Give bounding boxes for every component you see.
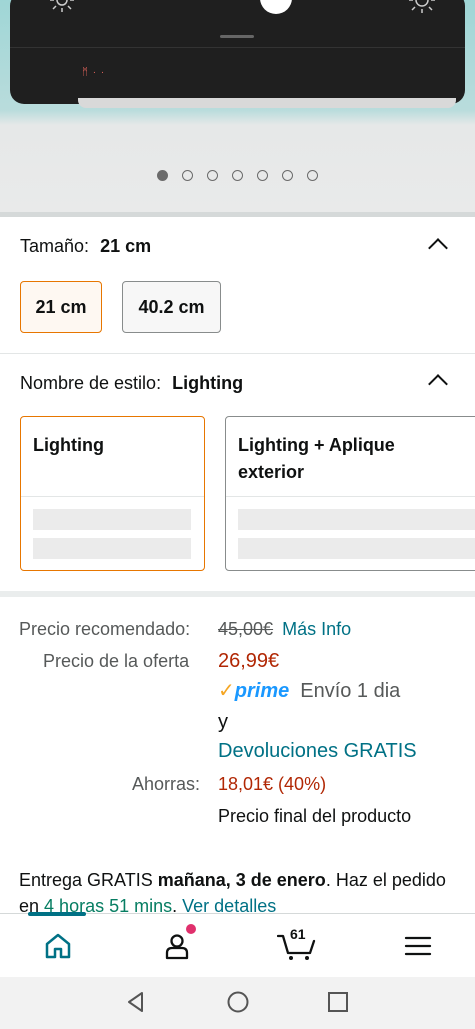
size-option-40-2cm[interactable]: 40.2 cm [122, 281, 221, 333]
carousel-dot[interactable] [232, 170, 243, 181]
cart-count: 61 [290, 926, 306, 942]
free-returns-link[interactable]: Devoluciones GRATIS [218, 740, 417, 763]
price-placeholder [238, 509, 475, 530]
product-image-carousel[interactable]: ᛗ · · [0, 0, 475, 212]
delivery-date: mañana, 3 de enero [157, 870, 326, 890]
brightness-slider-knob [260, 0, 292, 14]
card-divider [226, 496, 475, 497]
back-icon[interactable] [124, 990, 148, 1014]
size-option-21cm[interactable]: 21 cm [20, 281, 102, 333]
size-selected: 21 cm [100, 236, 152, 256]
carousel-dot[interactable] [157, 170, 168, 181]
collapse-size-chevron-icon[interactable] [428, 238, 448, 258]
sheet-grip [220, 35, 254, 38]
and-text: y [218, 711, 228, 733]
card-divider [21, 496, 204, 497]
system-navigation-bar [0, 977, 475, 1029]
hero-divider [0, 212, 475, 217]
style-option-lighting[interactable]: Lighting [20, 416, 205, 571]
device-divider [10, 47, 465, 48]
style-label: Nombre de estilo: [20, 373, 162, 393]
carousel-dot[interactable] [307, 170, 318, 181]
prime-check-icon: ✓ [218, 680, 235, 702]
carousel-dot[interactable] [282, 170, 293, 181]
menu-icon[interactable] [403, 931, 433, 961]
section-divider-thick [0, 591, 475, 597]
recent-apps-icon[interactable] [326, 990, 350, 1014]
final-price-note: Precio final del producto [218, 806, 412, 826]
size-header[interactable]: Tamaño: 21 cm [20, 236, 151, 257]
price-placeholder [33, 509, 191, 530]
product-image-device: ᛗ · · [10, 0, 465, 104]
style-option-title: Lighting + Aplique exterior [238, 435, 395, 482]
home-system-icon[interactable] [226, 990, 250, 1014]
collapse-style-chevron-icon[interactable] [428, 374, 448, 394]
shipping-text: Envío 1 dia [300, 680, 401, 702]
more-info-link[interactable]: Más Info [282, 619, 351, 639]
offer-price-label: Precio de la oferta [43, 651, 190, 671]
section-divider [0, 353, 475, 354]
size-label: Tamaño: [20, 236, 90, 256]
carousel-dot[interactable] [207, 170, 218, 181]
brightness-high-icon [409, 0, 435, 13]
device-bottom-bar [78, 98, 456, 108]
offer-price-value: 26,99€ [218, 650, 280, 672]
brightness-low-icon [50, 0, 74, 12]
recommended-price-label: Precio recomendado: [19, 619, 191, 639]
style-header[interactable]: Nombre de estilo: Lighting [20, 373, 243, 394]
recommended-price-value: 45,00€ [218, 619, 274, 639]
device-logo: ᛗ · · [82, 67, 106, 78]
prime-badge: ✓ prime Envío 1 dia [218, 678, 400, 703]
price-placeholder [238, 538, 475, 559]
notification-dot [186, 924, 196, 934]
delivery-message: Entrega GRATIS mañana, 3 de enero. Haz e… [19, 870, 446, 916]
style-selected: Lighting [172, 373, 244, 393]
delivery-prefix: Entrega GRATIS [19, 870, 153, 890]
account-icon[interactable] [162, 931, 192, 961]
carousel-dots [0, 170, 475, 181]
savings-label: Ahorras: [132, 774, 201, 794]
home-icon[interactable] [43, 931, 73, 961]
carousel-dot[interactable] [257, 170, 268, 181]
carousel-dot[interactable] [182, 170, 193, 181]
style-option-title: Lighting [33, 435, 104, 455]
active-tab-indicator [28, 912, 86, 916]
savings-value: 18,01€ (40%) [218, 774, 327, 794]
price-placeholder [33, 538, 191, 559]
style-option-lighting-aplique[interactable]: Lighting + Aplique exterior [225, 416, 475, 571]
prime-logo: prime [234, 680, 290, 702]
